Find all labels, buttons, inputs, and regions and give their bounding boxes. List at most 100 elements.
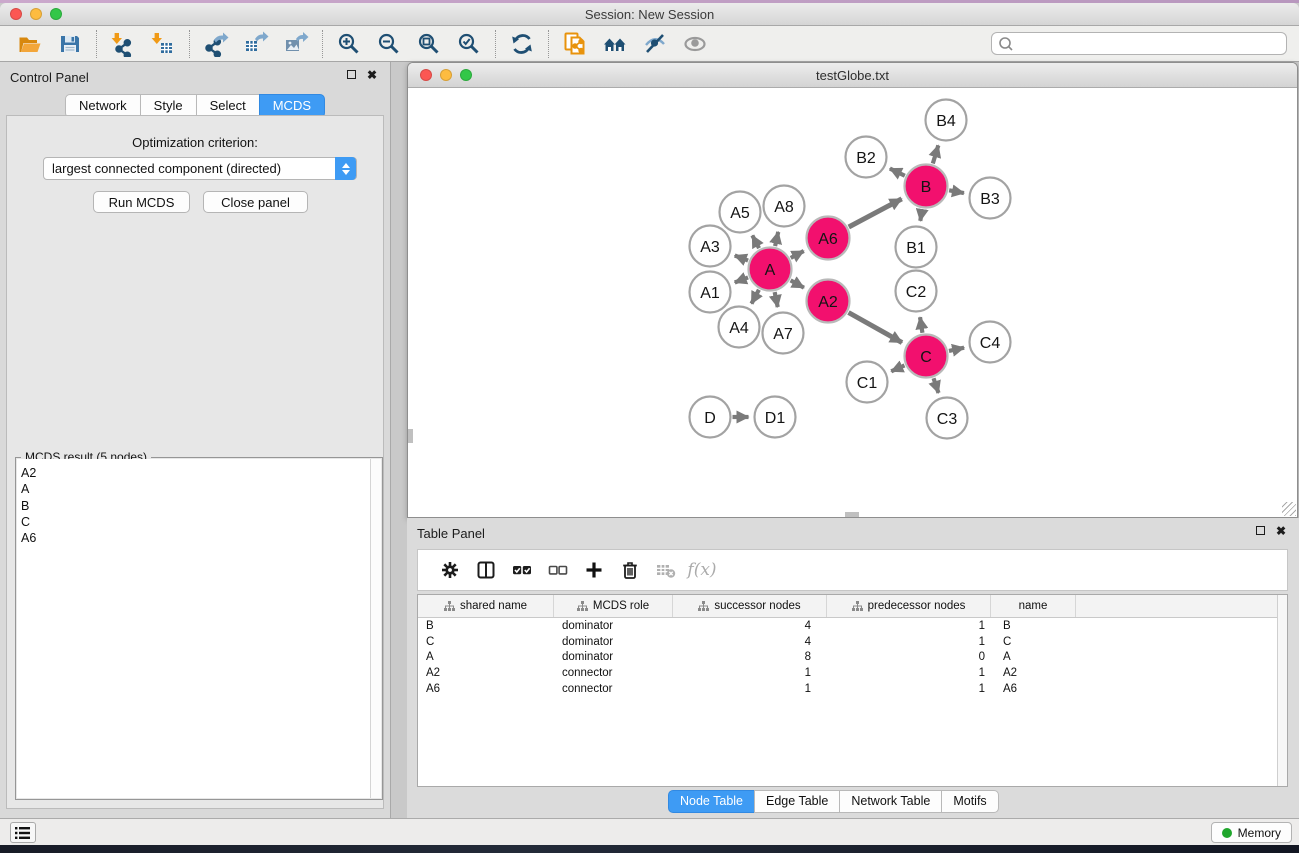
network-canvas[interactable]: B4B2BB3A8A5A6A3B1AC2A1A2A4A7C4CC1DD1C3 — [408, 88, 1297, 517]
mcds-result-item[interactable]: B — [21, 498, 370, 514]
zoom-window-button[interactable] — [50, 8, 62, 20]
graph-edge-B-B3[interactable] — [949, 190, 964, 193]
refresh-button[interactable] — [502, 28, 542, 60]
select-all-columns-button[interactable] — [504, 553, 540, 587]
minimize-window-button[interactable] — [30, 8, 42, 20]
table-scrollbar[interactable] — [1277, 595, 1287, 786]
graph-edge-A-A5[interactable] — [752, 235, 759, 248]
canvas-left-handle[interactable] — [408, 429, 413, 443]
graph-node-label-A6: A6 — [818, 231, 838, 248]
tab-edge-table[interactable]: Edge Table — [754, 790, 840, 813]
main-titlebar: Session: New Session — [0, 3, 1299, 26]
graph-edge-A6-B[interactable] — [849, 199, 902, 227]
export-network-button[interactable] — [196, 28, 236, 60]
run-mcds-button[interactable]: Run MCDS — [93, 191, 190, 213]
zoom-selected-icon — [456, 31, 482, 57]
delete-column-button[interactable] — [612, 553, 648, 587]
column-header-MCDS-role[interactable]: MCDS role — [554, 595, 673, 617]
add-column-button[interactable] — [576, 553, 612, 587]
graph-edge-A-A4[interactable] — [751, 290, 758, 304]
toolbar-separator — [189, 30, 190, 58]
window-resize-grip[interactable] — [1282, 502, 1296, 516]
export-image-button[interactable] — [276, 28, 316, 60]
graph-edge-B-B2[interactable] — [890, 169, 905, 176]
column-header-successor-nodes[interactable]: successor nodes — [673, 595, 827, 617]
graph-edge-A-A7[interactable] — [775, 292, 778, 307]
zoom-network-window-button[interactable] — [460, 69, 472, 81]
zoom-out-button[interactable] — [369, 28, 409, 60]
open-session-button[interactable] — [10, 28, 50, 60]
minimize-network-window-button[interactable] — [440, 69, 452, 81]
canvas-bottom-handle[interactable] — [845, 512, 859, 517]
unselect-all-columns-icon — [548, 560, 568, 580]
float-table-panel-button[interactable] — [1256, 526, 1265, 535]
table-settings-button[interactable] — [432, 553, 468, 587]
graph-edge-B-B1[interactable] — [920, 209, 922, 221]
table-body: Bdominator41BCdominator41CAdominator80AA… — [418, 618, 1287, 697]
graph-edge-C-C1[interactable] — [891, 365, 904, 371]
graph-node-label-C4: C4 — [980, 335, 1001, 352]
new-network-from-selection-button[interactable] — [555, 28, 595, 60]
table-cell: connector — [554, 667, 673, 679]
optimization-criterion-select[interactable]: largest connected component (directed) — [43, 157, 357, 180]
graph-edge-A-A8[interactable] — [775, 232, 778, 246]
tab-motifs[interactable]: Motifs — [941, 790, 998, 813]
zoom-selected-button[interactable] — [449, 28, 489, 60]
export-table-button[interactable] — [236, 28, 276, 60]
graph-edge-C-C3[interactable] — [934, 378, 939, 393]
close-panel-button[interactable]: ✖ — [367, 70, 377, 80]
hide-selected-button[interactable] — [635, 28, 675, 60]
column-header-name[interactable]: name — [991, 595, 1076, 617]
table-row-A2[interactable]: A2connector11A2 — [418, 665, 1287, 681]
zoom-in-button[interactable] — [329, 28, 369, 60]
optimization-criterion-label: Optimization criterion: — [7, 135, 383, 150]
show-panels-menu-button[interactable] — [10, 822, 36, 843]
table-row-C[interactable]: Cdominator41C — [418, 634, 1287, 650]
first-neighbors-button[interactable] — [595, 28, 635, 60]
tab-node-table[interactable]: Node Table — [668, 790, 755, 813]
table-cell: 8 — [673, 651, 827, 663]
table-settings-icon — [440, 560, 460, 580]
graph-edge-A-A6[interactable] — [791, 251, 804, 258]
result-scrollbar[interactable] — [370, 459, 381, 798]
add-column-icon — [584, 560, 604, 580]
search-input[interactable] — [991, 32, 1287, 55]
close-panel-action-button[interactable]: Close panel — [203, 191, 308, 213]
mcds-result-item[interactable]: A6 — [21, 530, 370, 546]
tab-network-table[interactable]: Network Table — [839, 790, 942, 813]
table-row-A[interactable]: Adominator80A — [418, 650, 1287, 666]
zoom-fit-button[interactable] — [409, 28, 449, 60]
toolbar-separator — [548, 30, 549, 58]
show-graphics-details-button[interactable] — [675, 28, 715, 60]
close-network-window-button[interactable] — [420, 69, 432, 81]
graph-node-label-C: C — [920, 349, 932, 366]
mcds-result-item[interactable]: A2 — [21, 465, 370, 481]
graph-edge-A-A3[interactable] — [735, 255, 748, 260]
unselect-all-columns-button[interactable] — [540, 553, 576, 587]
close-table-panel-button[interactable]: ✖ — [1276, 526, 1286, 536]
close-window-button[interactable] — [10, 8, 22, 20]
graph-edge-B-B4[interactable] — [933, 145, 938, 163]
mcds-result-item[interactable]: C — [21, 514, 370, 530]
graph-edge-A-A2[interactable] — [791, 280, 804, 287]
graph-edge-C-C4[interactable] — [949, 348, 964, 351]
table-row-B[interactable]: Bdominator41B — [418, 618, 1287, 634]
import-table-button[interactable] — [143, 28, 183, 60]
column-header-predecessor-nodes[interactable]: predecessor nodes — [827, 595, 991, 617]
float-panel-button[interactable] — [347, 70, 356, 79]
graph-edge-A2-C[interactable] — [848, 313, 902, 343]
graph-edge-A-A1[interactable] — [735, 277, 748, 282]
table-cell: 1 — [827, 636, 991, 648]
split-view-button[interactable] — [468, 553, 504, 587]
import-network-button[interactable] — [103, 28, 143, 60]
column-header-shared-name[interactable]: shared name — [418, 595, 554, 617]
memory-button[interactable]: Memory — [1211, 822, 1292, 843]
zoom-fit-icon — [416, 31, 442, 57]
graph-node-label-B3: B3 — [980, 191, 1000, 208]
save-session-button[interactable] — [50, 28, 90, 60]
mcds-result-item[interactable]: A — [21, 481, 370, 497]
table-row-A6[interactable]: A6connector11A6 — [418, 681, 1287, 697]
graph-node-label-A7: A7 — [773, 326, 793, 343]
table-cell: A — [418, 651, 554, 663]
graph-edge-C-C2[interactable] — [920, 317, 922, 333]
